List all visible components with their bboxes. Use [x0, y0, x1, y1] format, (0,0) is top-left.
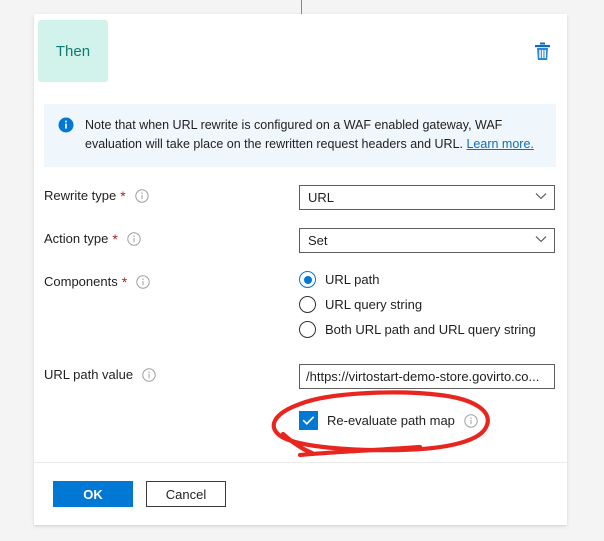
label-url-path-value-text: URL path value	[44, 367, 134, 382]
banner-text-block: Note that when URL rewrite is configured…	[85, 116, 542, 154]
rewrite-rule-card: Then Note that when URL rewrite is confi…	[34, 14, 567, 525]
waf-info-banner: Note that when URL rewrite is configured…	[44, 104, 556, 167]
info-circle-icon[interactable]	[127, 231, 141, 246]
dropdown-rewrite-type-value: URL	[308, 190, 335, 205]
check-icon	[302, 416, 315, 426]
label-action-type: Action type *	[44, 228, 299, 246]
label-components-text: Components	[44, 274, 118, 289]
card-header: Then	[34, 14, 567, 92]
cancel-button[interactable]: Cancel	[146, 481, 226, 507]
radio-url-query-string[interactable]: URL query string	[299, 296, 557, 313]
field-row-components: Components * URL path URL query string B…	[44, 271, 557, 338]
field-row-action-type: Action type * Set	[44, 228, 557, 253]
control-rewrite-type: URL	[299, 185, 557, 210]
panel-divider	[301, 0, 302, 15]
dropdown-action-type[interactable]: Set	[299, 228, 555, 253]
required-marker: *	[120, 187, 126, 204]
label-components: Components *	[44, 271, 299, 289]
delete-rule-button[interactable]	[529, 40, 555, 66]
checkbox-re-evaluate-path-map-label: Re-evaluate path map	[327, 413, 455, 428]
control-url-path-value: /https://virtostart-demo-store.govirto.c…	[299, 364, 557, 389]
control-action-type: Set	[299, 228, 557, 253]
info-circle-icon[interactable]	[135, 188, 149, 203]
radio-mark	[299, 321, 316, 338]
radio-both-url-path-and-query-string[interactable]: Both URL path and URL query string	[299, 321, 557, 338]
info-circle-icon[interactable]	[142, 367, 156, 382]
dropdown-rewrite-type[interactable]: URL	[299, 185, 555, 210]
label-rewrite-type: Rewrite type *	[44, 185, 299, 203]
field-row-rewrite-type: Rewrite type * URL	[44, 185, 557, 210]
radio-mark-selected	[299, 271, 316, 288]
radio-mark	[299, 296, 316, 313]
label-url-path-value: URL path value	[44, 364, 299, 382]
condition-chip-then: Then	[38, 20, 108, 82]
checkbox-re-evaluate-path-map[interactable]	[299, 411, 318, 430]
banner-message: Note that when URL rewrite is configured…	[85, 118, 503, 151]
chevron-down-icon	[535, 192, 547, 203]
radio-both-label: Both URL path and URL query string	[325, 322, 536, 337]
label-rewrite-type-text: Rewrite type	[44, 188, 117, 203]
ok-button[interactable]: OK	[53, 481, 133, 507]
radio-url-path-label: URL path	[325, 272, 380, 287]
card-body: Note that when URL rewrite is configured…	[34, 92, 567, 462]
required-marker: *	[121, 273, 128, 290]
radio-url-path[interactable]: URL path	[299, 271, 557, 288]
radio-url-query-string-label: URL query string	[325, 297, 423, 312]
label-action-type-text: Action type	[44, 231, 109, 246]
required-marker: *	[112, 230, 118, 247]
url-path-value-input[interactable]: /https://virtostart-demo-store.govirto.c…	[299, 364, 555, 389]
info-filled-icon	[58, 117, 74, 136]
control-components-radiogroup: URL path URL query string Both URL path …	[299, 271, 557, 338]
dropdown-action-type-value: Set	[308, 233, 328, 248]
chevron-down-icon	[535, 235, 547, 246]
info-circle-icon[interactable]	[136, 274, 150, 289]
trash-icon	[534, 42, 551, 64]
info-circle-icon[interactable]	[464, 413, 478, 428]
field-row-re-evaluate-path-map: Re-evaluate path map	[299, 411, 557, 430]
learn-more-link[interactable]: Learn more.	[466, 137, 533, 151]
card-footer: OK Cancel	[34, 462, 567, 525]
field-row-url-path-value: URL path value /https://virtostart-demo-…	[44, 364, 557, 389]
